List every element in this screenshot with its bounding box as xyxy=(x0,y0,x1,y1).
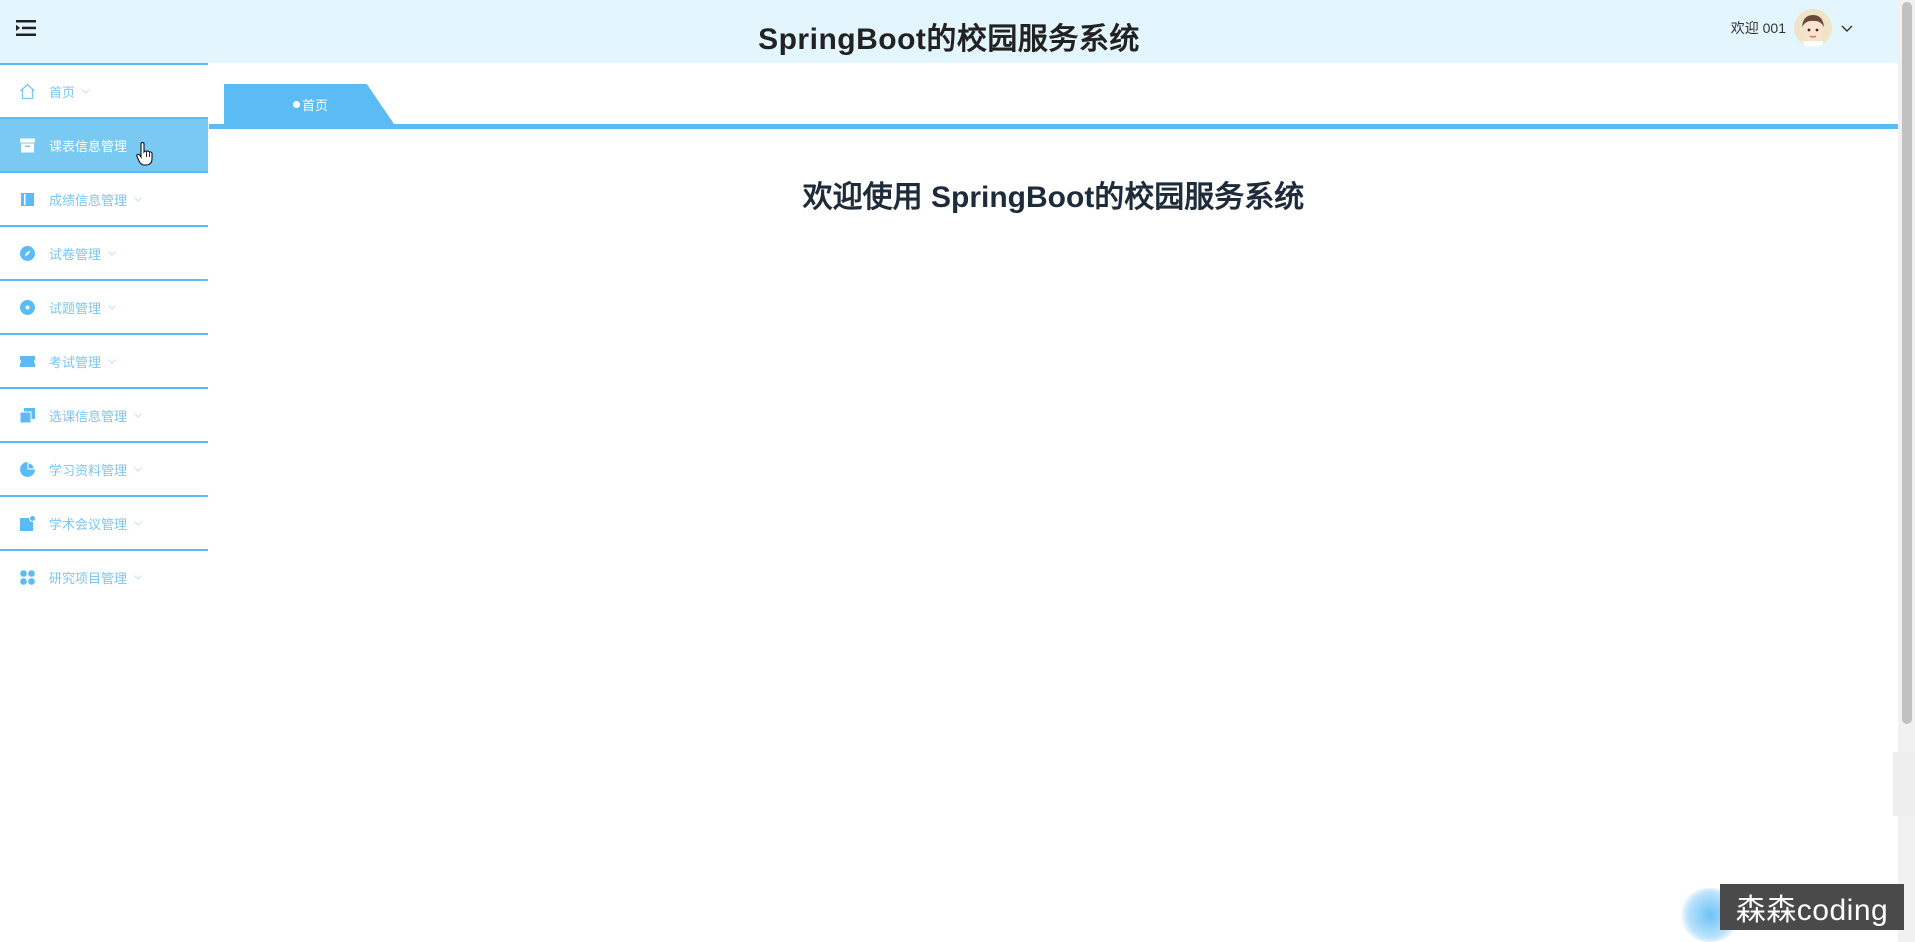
sidebar-item-exams[interactable]: 考试管理 xyxy=(0,333,208,387)
sidebar-item-label: 首页 xyxy=(49,84,76,100)
user-menu[interactable]: 欢迎 001 xyxy=(1731,8,1854,48)
sidebar: 首页 课表信息管理 成绩信息管理 试卷管理 试题管理 考试管理 选课信息管理 学… xyxy=(0,63,208,942)
top-header: SpringBoot的校园服务系统 欢迎 001 xyxy=(0,0,1898,63)
sidebar-item-study-materials[interactable]: 学习资料管理 xyxy=(0,441,208,495)
ticket-icon xyxy=(20,355,35,367)
sidebar-item-conferences[interactable]: 学术会议管理 xyxy=(0,495,208,549)
tab-home[interactable]: 首页 xyxy=(224,84,394,124)
sidebar-item-label: 研究项目管理 xyxy=(49,570,128,586)
sidebar-item-label: 考试管理 xyxy=(49,354,102,370)
chevron-down-icon xyxy=(134,521,142,526)
sidebar-item-label: 课表信息管理 xyxy=(49,138,128,154)
welcome-heading: 欢迎使用 SpringBoot的校园服务系统 xyxy=(802,181,1305,214)
sidebar-item-label: 试题管理 xyxy=(49,300,102,316)
watermark: 森森coding xyxy=(1720,884,1904,930)
sidebar-item-label: 选课信息管理 xyxy=(49,408,128,424)
chevron-down-icon xyxy=(134,197,142,202)
book-icon xyxy=(21,192,34,206)
avatar-icon[interactable] xyxy=(1794,9,1832,47)
welcome-user-text: 欢迎 001 xyxy=(1730,20,1786,36)
chevron-down-icon xyxy=(108,251,116,256)
copy-icon xyxy=(19,407,35,423)
scrollbar-thumb[interactable] xyxy=(1902,2,1912,724)
pie-chart-icon xyxy=(20,461,35,477)
disc-icon xyxy=(20,299,35,315)
chevron-down-icon xyxy=(134,413,142,418)
sidebar-item-schedule[interactable]: 课表信息管理 xyxy=(0,117,208,171)
sidebar-item-label: 学术会议管理 xyxy=(49,516,128,532)
system-title: SpringBoot的校园服务系统 xyxy=(758,23,1140,56)
sidebar-item-label: 成绩信息管理 xyxy=(49,192,128,208)
grid-icon xyxy=(20,569,35,585)
sidebar-item-research-projects[interactable]: 研究项目管理 xyxy=(0,549,208,603)
chevron-down-icon xyxy=(134,467,142,472)
sidebar-item-exam-papers[interactable]: 试卷管理 xyxy=(0,225,208,279)
compass-icon xyxy=(20,245,35,261)
chevron-down-icon xyxy=(108,359,116,364)
side-float-panel[interactable] xyxy=(1893,752,1915,816)
chevron-down-icon xyxy=(82,89,90,94)
active-dot-icon xyxy=(293,100,300,108)
sidebar-item-home[interactable]: 首页 xyxy=(0,63,208,117)
chevron-down-icon xyxy=(134,575,142,580)
chevron-down-icon xyxy=(108,305,116,310)
tab-bar: 首页 xyxy=(209,84,1898,129)
sidebar-item-questions[interactable]: 试题管理 xyxy=(0,279,208,333)
home-icon xyxy=(20,83,35,99)
tab-bar-underline xyxy=(209,124,1898,129)
sidebar-item-label: 学习资料管理 xyxy=(49,462,128,478)
sidebar-item-label: 试卷管理 xyxy=(49,246,102,262)
chevron-down-icon[interactable] xyxy=(1840,21,1854,35)
tab-label: 首页 xyxy=(302,97,329,113)
sidebar-item-course-selection[interactable]: 选课信息管理 xyxy=(0,387,208,441)
archive-icon xyxy=(20,138,35,152)
sidebar-item-grades[interactable]: 成绩信息管理 xyxy=(0,171,208,225)
notification-icon xyxy=(20,514,36,531)
